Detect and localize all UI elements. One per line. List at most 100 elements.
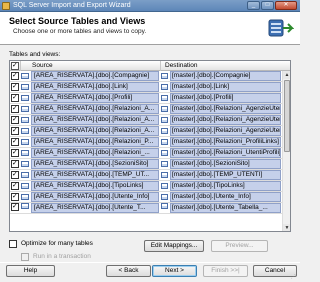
close-button[interactable]: ✕ [275, 1, 297, 10]
scroll-up-icon[interactable]: ▲ [283, 71, 290, 79]
table-icon [21, 172, 29, 178]
source-cell[interactable]: [AREA_RISERVATA].[dbo].[Relazioni_P... [31, 137, 159, 147]
source-cell[interactable]: [AREA_RISERVATA].[dbo].[Utente_Info] [31, 192, 159, 202]
table-row[interactable]: [AREA_RISERVATA].[dbo].[Relazioni_A... [m… [10, 104, 290, 115]
table-row[interactable]: [AREA_RISERVATA].[dbo].[TEMP_UT... [maste… [10, 170, 290, 181]
title-bar: SQL Server Import and Export Wizard _ □ … [0, 0, 300, 12]
row-checkbox[interactable] [11, 71, 19, 80]
source-cell[interactable]: [AREA_RISERVATA].[dbo].[Utente_T... [31, 203, 159, 213]
row-checkbox[interactable] [11, 104, 19, 113]
table-icon [21, 194, 29, 200]
source-cell[interactable]: [AREA_RISERVATA].[dbo].[Compagnie] [31, 71, 159, 81]
table-icon [161, 203, 168, 209]
destination-cell[interactable]: [master].[dbo].[SezioniSito] [170, 159, 281, 169]
table-row[interactable]: [AREA_RISERVATA].[dbo].[Relazioni_A... [m… [10, 115, 290, 126]
table-icon [21, 106, 29, 112]
edit-mappings-button[interactable]: Edit Mappings... [144, 240, 204, 252]
destination-cell[interactable]: [master].[dbo].[Compagnie] [170, 71, 281, 81]
source-cell[interactable]: [AREA_RISERVATA].[dbo].[TEMP_UT... [31, 170, 159, 180]
source-cell[interactable]: [AREA_RISERVATA].[dbo].[TipoLinks] [31, 181, 159, 191]
tables-and-views-label: Tables and views: [9, 51, 61, 58]
table-icon [161, 95, 168, 101]
source-cell[interactable]: [AREA_RISERVATA].[dbo].[Relazioni_A... [31, 126, 159, 136]
destination-column-header[interactable]: Destination [165, 62, 198, 70]
source-column-header[interactable]: Source [32, 62, 53, 70]
row-checkbox[interactable] [11, 82, 19, 91]
table-row[interactable]: [AREA_RISERVATA].[dbo].[Compagnie] [maste… [10, 71, 290, 82]
destination-cell[interactable]: [master].[dbo].[Relazioni_UtentiProfili] [170, 148, 281, 158]
row-checkbox[interactable] [11, 202, 19, 211]
scroll-thumb[interactable] [284, 80, 290, 152]
row-checkbox[interactable] [11, 181, 19, 190]
table-icon [21, 150, 29, 156]
wizard-header: Select Source Tables and Views Choose on… [0, 12, 300, 45]
source-cell[interactable]: [AREA_RISERVATA].[dbo].[Profili] [31, 93, 159, 103]
destination-cell[interactable]: [master].[dbo].[Profili] [170, 93, 281, 103]
source-cell[interactable]: [AREA_RISERVATA].[dbo].[SezioniSito] [31, 159, 159, 169]
destination-cell[interactable]: [master].[dbo].[TEMP_UTENTI] [170, 170, 281, 180]
table-icon [21, 203, 29, 209]
table-icon [21, 128, 29, 134]
help-button[interactable]: Help [6, 265, 55, 277]
next-button[interactable]: Next > [152, 265, 197, 277]
minimize-button[interactable]: _ [247, 1, 260, 10]
page-subtitle: Choose one or more tables and views to c… [13, 28, 147, 35]
source-cell[interactable]: [AREA_RISERVATA].[dbo].[Relazioni_... [31, 148, 159, 158]
destination-cell[interactable]: [master].[dbo].[Relazioni_AgenzieUtenti] [170, 104, 281, 114]
grid-scrollbar[interactable]: ▲ ▼ [282, 71, 290, 231]
table-icon [161, 161, 168, 167]
back-button[interactable]: < Back [106, 265, 151, 277]
tables-grid: Source Destination [AREA_RISERVATA].[dbo… [9, 60, 291, 232]
wizard-logo-icon [268, 19, 294, 37]
scroll-down-icon[interactable]: ▼ [283, 224, 290, 231]
grid-rows: [AREA_RISERVATA].[dbo].[Compagnie] [maste… [10, 71, 290, 214]
row-checkbox[interactable] [11, 126, 19, 135]
table-row[interactable]: [AREA_RISERVATA].[dbo].[Link] [master].[d… [10, 82, 290, 93]
table-icon [161, 73, 168, 79]
maximize-button[interactable]: □ [261, 1, 274, 10]
destination-cell[interactable]: [master].[dbo].[Utente_Info] [170, 192, 281, 202]
source-cell[interactable]: [AREA_RISERVATA].[dbo].[Relazioni_A... [31, 115, 159, 125]
destination-cell[interactable]: [master].[dbo].[Link] [170, 82, 281, 92]
table-icon [161, 172, 168, 178]
column-divider[interactable] [20, 61, 21, 71]
destination-cell[interactable]: [master].[dbo].[Relazioni_AgenzieUtenti_… [170, 115, 281, 125]
table-icon [161, 183, 168, 189]
table-icon [21, 161, 29, 167]
table-icon [161, 106, 168, 112]
transaction-checkbox [21, 253, 29, 261]
source-cell[interactable]: [AREA_RISERVATA].[dbo].[Link] [31, 82, 159, 92]
table-row[interactable]: [AREA_RISERVATA].[dbo].[TipoLinks] [maste… [10, 181, 290, 192]
select-all-checkbox[interactable] [11, 61, 19, 70]
destination-cell[interactable]: [master].[dbo].[Relazioni_AgenzieUtenti_… [170, 126, 281, 136]
page-title: Select Source Tables and Views [9, 16, 146, 26]
row-checkbox[interactable] [11, 93, 19, 102]
table-row[interactable]: [AREA_RISERVATA].[dbo].[Utente_Info] [mas… [10, 192, 290, 203]
destination-cell[interactable]: [master].[dbo].[TipoLinks] [170, 181, 281, 191]
destination-cell[interactable]: [master].[dbo].[Utente_Tabella_... [170, 203, 281, 213]
table-row[interactable]: [AREA_RISERVATA].[dbo].[Relazioni_P... [m… [10, 137, 290, 148]
table-icon [21, 95, 29, 101]
table-row[interactable]: [AREA_RISERVATA].[dbo].[Profili] [master]… [10, 93, 290, 104]
table-icon [161, 139, 168, 145]
transaction-label: Run in a transaction [33, 253, 91, 260]
row-checkbox[interactable] [11, 137, 19, 146]
destination-cell[interactable]: [master].[dbo].[Relazioni_ProfiliLinks] [170, 137, 281, 147]
row-checkbox[interactable] [11, 170, 19, 179]
table-row[interactable]: [AREA_RISERVATA].[dbo].[Utente_T... [mast… [10, 202, 290, 214]
preview-button: Preview... [211, 240, 268, 252]
row-checkbox[interactable] [11, 159, 19, 168]
row-checkbox[interactable] [11, 148, 19, 157]
optimize-checkbox[interactable] [9, 240, 17, 248]
resize-grip-icon[interactable]: ⋰ [291, 274, 299, 281]
table-row[interactable]: [AREA_RISERVATA].[dbo].[Relazioni_... [ma… [10, 148, 290, 159]
column-divider[interactable] [160, 61, 161, 71]
row-checkbox[interactable] [11, 115, 19, 124]
window-title: SQL Server Import and Export Wizard [13, 2, 131, 9]
table-row[interactable]: [AREA_RISERVATA].[dbo].[Relazioni_A... [m… [10, 126, 290, 137]
row-checkbox[interactable] [11, 192, 19, 201]
optimize-label: Optimize for many tables [21, 240, 93, 247]
source-cell[interactable]: [AREA_RISERVATA].[dbo].[Relazioni_A... [31, 104, 159, 114]
table-row[interactable]: [AREA_RISERVATA].[dbo].[SezioniSito] [mas… [10, 159, 290, 170]
table-icon [161, 128, 168, 134]
